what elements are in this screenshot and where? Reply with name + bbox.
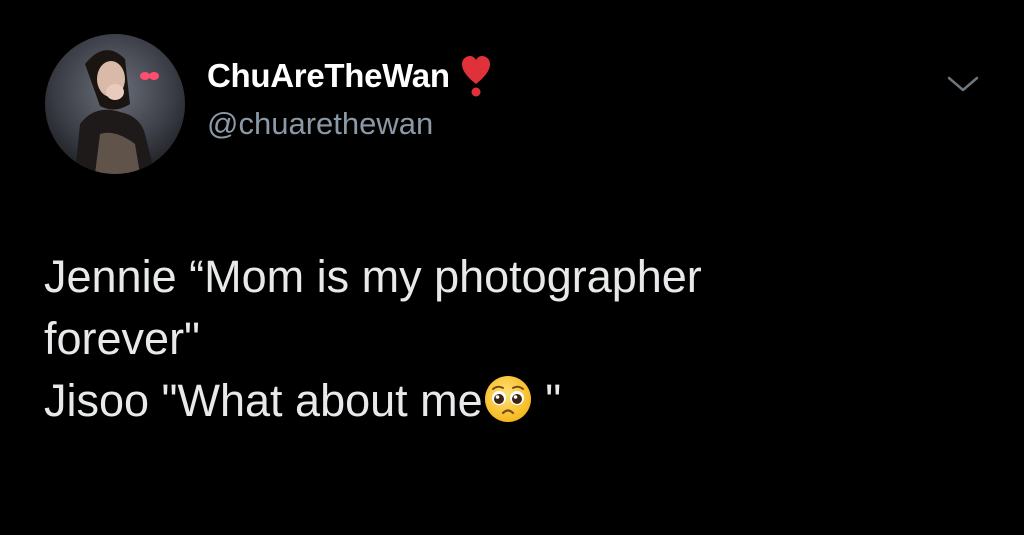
display-name[interactable]: ChuAreTheWan	[207, 57, 450, 95]
avatar-photo	[45, 34, 185, 174]
tweet: ChuAreTheWan @chuarethewan Jennie “Mom i…	[0, 0, 1024, 535]
user-handle[interactable]: @chuarethewan	[207, 106, 492, 142]
tweet-text-line: forever"	[44, 313, 201, 364]
tweet-author[interactable]: ChuAreTheWan @chuarethewan	[207, 52, 492, 142]
avatar[interactable]	[45, 34, 185, 174]
pleading-face-emoji	[483, 374, 533, 424]
tweet-text-line-3: Jisoo "What about me "	[44, 370, 1004, 432]
chevron-down-icon[interactable]	[943, 72, 983, 96]
tweet-text-line: Jennie “Mom is my photographer	[44, 251, 702, 302]
display-name-row: ChuAreTheWan	[207, 52, 492, 100]
tweet-text: Jennie “Mom is my photographer forever" …	[44, 246, 1004, 432]
tweet-text-fragment: Jisoo "What about me	[44, 375, 483, 426]
heavy-heart-exclamation-icon	[460, 54, 492, 98]
tweet-text-fragment: "	[532, 375, 562, 426]
